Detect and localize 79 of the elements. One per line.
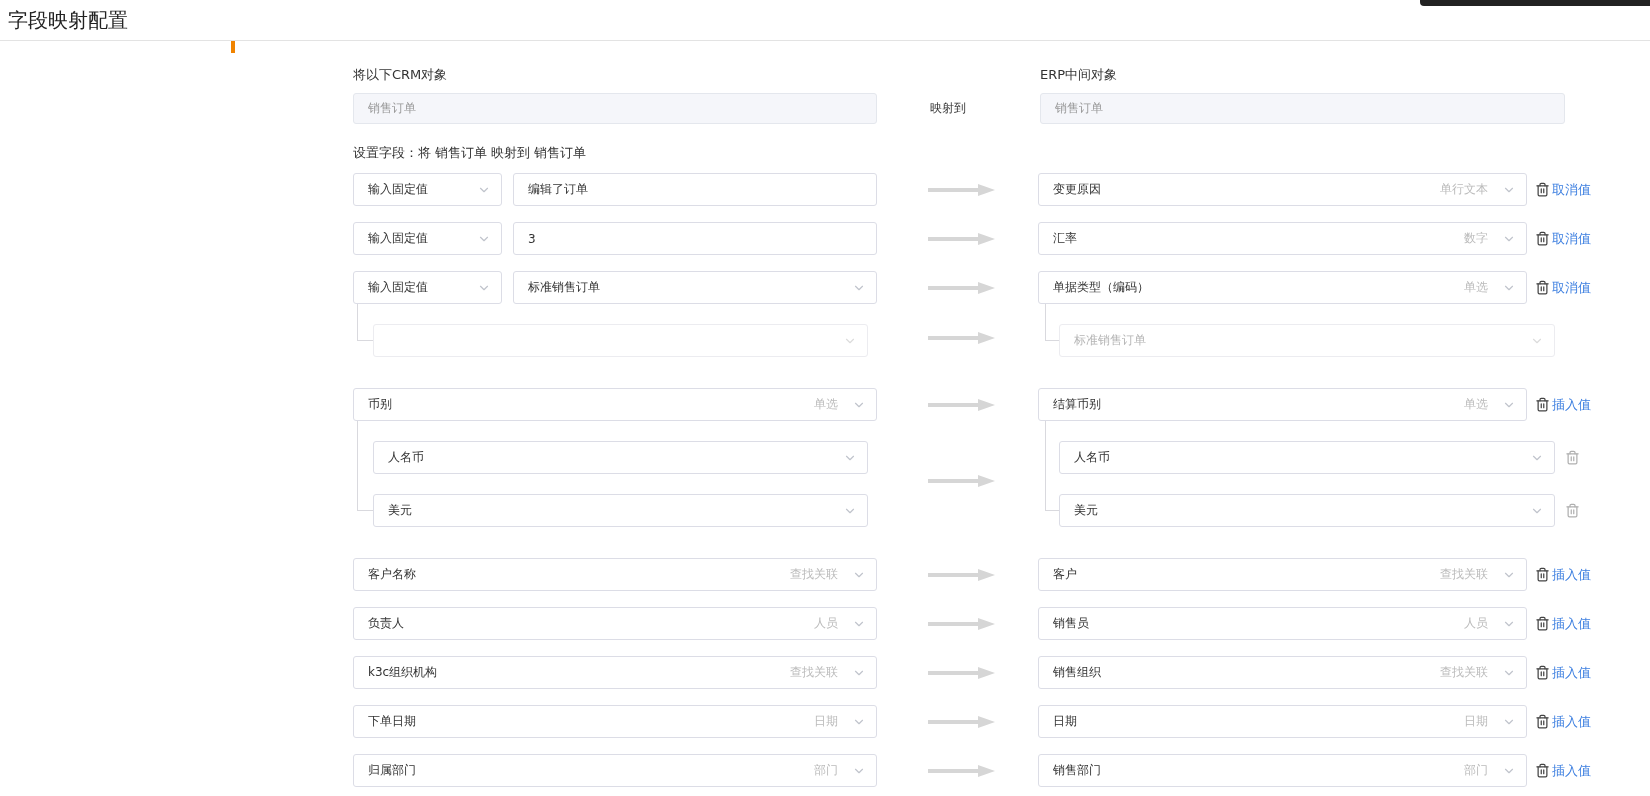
mode-select[interactable]: 输入固定值 [353,173,502,206]
field-type: 人员 [1464,615,1488,632]
arrow-icon [928,232,995,245]
field-type: 单选 [1464,396,1488,413]
value-action-link[interactable]: 取消值 [1535,229,1650,248]
arrow-icon [928,183,995,196]
value-action-link[interactable]: 取消值 [1535,278,1650,297]
option-select[interactable]: 人名币 [373,441,868,474]
target-field-select[interactable]: 客户 查找关联 [1038,558,1527,591]
trash-icon [1535,567,1550,582]
trash-icon [1535,665,1550,680]
trash-icon [1535,616,1550,631]
value-action-link[interactable]: 插入值 [1535,761,1650,780]
trash-icon[interactable] [1565,450,1580,465]
trash-icon [1535,231,1550,246]
value-action-link[interactable]: 取消值 [1535,180,1650,199]
arrow-icon [928,398,995,411]
source-field-select[interactable]: 客户名称 查找关联 [353,558,877,591]
mode-select[interactable]: 输入固定值 [353,271,502,304]
field-type: 部门 [814,762,838,779]
source-object-field: 销售订单 [353,93,877,124]
source-object-label: 将以下CRM对象 [353,66,449,84]
field-type: 查找关联 [1440,566,1488,583]
source-field-select[interactable]: 归属部门 部门 [353,754,877,787]
target-field-select[interactable]: 销售部门 部门 [1038,754,1527,787]
arrow-icon [928,764,995,777]
value-action-link[interactable]: 插入值 [1535,712,1650,731]
value-action-link[interactable]: 插入值 [1535,614,1650,633]
trash-icon [1535,397,1550,412]
target-field-select[interactable]: 汇率 数字 [1038,222,1527,255]
field-type: 查找关联 [1440,664,1488,681]
target-object-label: ERP中间对象 [1040,66,1119,84]
field-type: 查找关联 [790,566,838,583]
source-field-select[interactable]: 下单日期 日期 [353,705,877,738]
value-input[interactable]: 编辑了订单 [513,173,877,206]
option-select[interactable]: 人名币 [1059,441,1555,474]
field-type: 单选 [1464,279,1488,296]
field-type: 人员 [814,615,838,632]
value-action-link[interactable]: 插入值 [1535,395,1650,414]
option-select[interactable]: 美元 [1059,494,1555,527]
trash-icon [1535,714,1550,729]
arrow-icon [928,281,995,294]
target-field-select[interactable]: 结算币别 单选 [1038,388,1527,421]
target-field-select[interactable]: 单据类型（编码） 单选 [1038,271,1527,304]
trash-icon [1535,280,1550,295]
source-field-select[interactable]: 负责人 人员 [353,607,877,640]
arrow-icon [928,715,995,728]
trash-icon[interactable] [1565,503,1580,518]
arrow-icon [928,617,995,630]
page-title: 字段映射配置 [8,6,128,34]
section-marker [231,41,235,53]
arrow-icon [928,331,995,344]
source-field-select[interactable]: 币别 单选 [353,388,877,421]
field-type: 数字 [1464,230,1488,247]
target-field-select[interactable]: 销售员 人员 [1038,607,1527,640]
field-type: 日期 [1464,713,1488,730]
field-type: 部门 [1464,762,1488,779]
field-type: 查找关联 [790,664,838,681]
trash-icon [1535,763,1550,778]
field-type: 单选 [814,396,838,413]
value-input[interactable]: 3 [513,222,877,255]
option-select[interactable]: 美元 [373,494,868,527]
target-field-select[interactable]: 销售组织 查找关联 [1038,656,1527,689]
target-field-select[interactable]: 日期 日期 [1038,705,1527,738]
arrow-icon [928,568,995,581]
trash-icon [1535,182,1550,197]
mapping-summary: 设置字段：将 销售订单 映射到 销售订单 [353,144,587,162]
field-type: 单行文本 [1440,181,1488,198]
maps-to-label: 映射到 [929,100,967,117]
value-select[interactable]: 标准销售订单 [513,271,877,304]
target-field-select[interactable]: 变更原因 单行文本 [1038,173,1527,206]
source-field-select[interactable]: k3c组织机构 查找关联 [353,656,877,689]
arrow-icon [928,666,995,679]
arrow-icon [928,475,995,487]
value-action-link[interactable]: 插入值 [1535,565,1650,584]
mode-select[interactable]: 输入固定值 [353,222,502,255]
value-action-link[interactable]: 插入值 [1535,663,1650,682]
field-type: 日期 [814,713,838,730]
target-object-field: 销售订单 [1040,93,1565,124]
